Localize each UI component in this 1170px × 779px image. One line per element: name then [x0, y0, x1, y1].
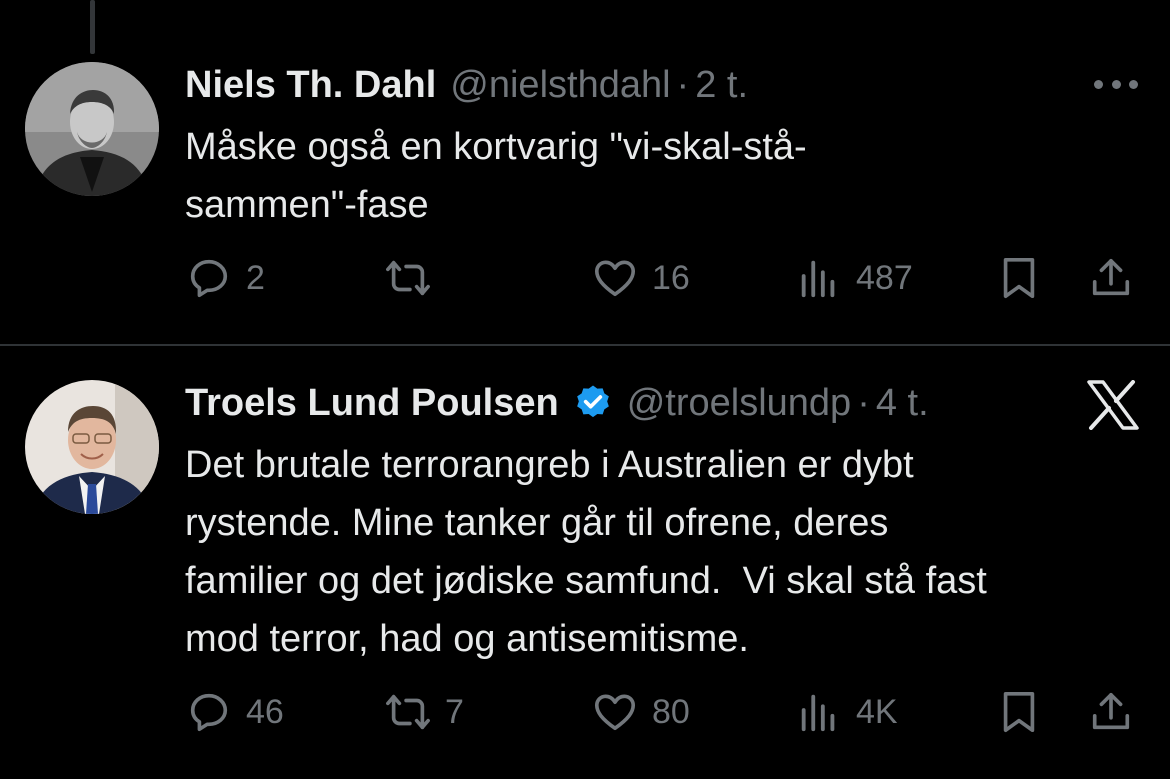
views-count: 4K — [856, 692, 898, 731]
like-count: 16 — [652, 258, 690, 297]
reply-button[interactable]: 46 — [186, 682, 284, 742]
author-handle[interactable]: @troelslundp — [627, 380, 851, 426]
reply-count: 46 — [246, 692, 284, 731]
like-icon — [594, 694, 636, 731]
author-name[interactable]: Troels Lund Poulsen — [185, 380, 559, 426]
share-button[interactable] — [1088, 248, 1134, 308]
like-button[interactable]: 80 — [592, 682, 690, 742]
retweet-button[interactable] — [385, 248, 445, 308]
like-count: 80 — [652, 692, 690, 731]
bookmark-icon — [1003, 257, 1035, 299]
avatar[interactable] — [25, 380, 159, 514]
tweet-header: Troels Lund Poulsen @troelslundp · 4 t. — [185, 380, 929, 426]
tweet-text: Det brutale terrorangreb i Australien er… — [185, 444, 987, 660]
x-logo-icon — [1087, 380, 1139, 430]
reply-button[interactable]: 2 — [186, 248, 265, 308]
tweet-niels-dahl[interactable]: Niels Th. Dahl @nielsthdahl · 2 t. Måske… — [0, 0, 1170, 344]
retweet-icon — [386, 260, 430, 296]
retweet-button[interactable]: 7 — [385, 682, 464, 742]
share-icon — [1092, 258, 1130, 296]
tweet-header: Niels Th. Dahl @nielsthdahl · 2 t. — [185, 62, 748, 108]
avatar[interactable] — [25, 62, 159, 196]
reply-icon — [190, 693, 228, 732]
views-button[interactable]: 4K — [796, 682, 898, 742]
bookmark-button[interactable] — [996, 682, 1042, 742]
action-bar: 46 7 80 4K — [0, 682, 1170, 742]
views-button[interactable]: 487 — [796, 248, 913, 308]
more-icon[interactable] — [1094, 72, 1138, 96]
retweet-count: 7 — [445, 692, 464, 731]
like-button[interactable]: 16 — [592, 248, 690, 308]
reply-count: 2 — [246, 258, 265, 297]
timestamp[interactable]: 4 t. — [876, 380, 929, 426]
share-icon — [1092, 692, 1130, 730]
action-bar: 2 16 487 — [0, 248, 1170, 308]
views-icon — [801, 260, 835, 298]
views-icon — [801, 694, 835, 732]
verified-badge-icon — [576, 385, 609, 418]
author-name[interactable]: Niels Th. Dahl — [185, 62, 436, 108]
timestamp[interactable]: 2 t. — [695, 62, 748, 108]
separator-dot: · — [857, 382, 870, 424]
tweet-text: Måske også en kortvarig "vi-skal-stå- sa… — [185, 126, 807, 226]
bookmark-button[interactable] — [996, 248, 1042, 308]
views-count: 487 — [856, 258, 913, 297]
like-icon — [594, 260, 636, 297]
reply-icon — [190, 259, 228, 298]
retweet-icon — [386, 694, 430, 730]
separator-dot: · — [676, 64, 690, 106]
author-handle[interactable]: @nielsthdahl — [450, 62, 670, 108]
share-button[interactable] — [1088, 682, 1134, 742]
tweet-troels-lund-poulsen[interactable]: Troels Lund Poulsen @troelslundp · 4 t. … — [0, 346, 1170, 779]
bookmark-icon — [1003, 691, 1035, 733]
